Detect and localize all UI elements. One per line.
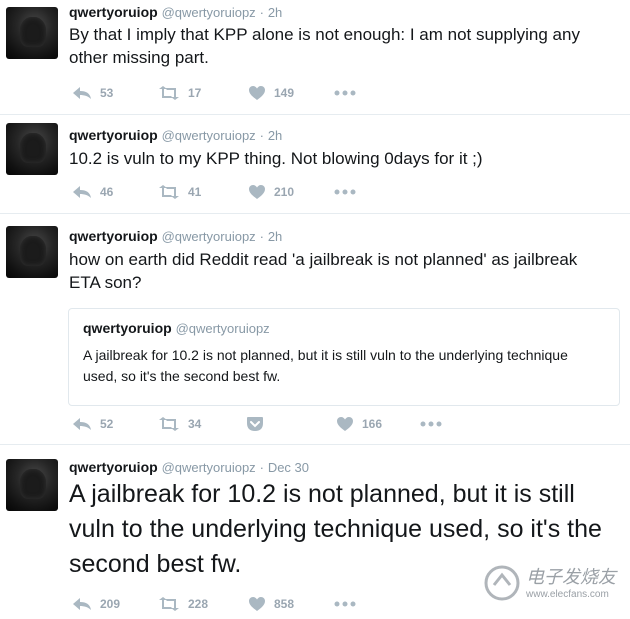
reply-count: 52 — [100, 417, 114, 431]
tweet-header: qwertyoruiop @qwertyoruiopz · 2h — [69, 228, 282, 244]
display-name[interactable]: qwertyoruiop — [69, 127, 158, 143]
pocket-icon — [247, 417, 263, 431]
like-button[interactable]: 210 — [248, 182, 294, 202]
tweet-header: qwertyoruiop @qwertyoruiopz · 2h — [69, 4, 282, 20]
more-button[interactable] — [334, 182, 356, 202]
reply-icon — [73, 186, 91, 198]
handle[interactable]: @qwertyoruiopz — [162, 460, 256, 475]
reply-button[interactable]: 53 — [72, 83, 113, 103]
timestamp[interactable]: 2h — [268, 128, 282, 143]
retweet-icon — [159, 185, 179, 199]
tweet-text: 10.2 is vuln to my KPP thing. Not blowin… — [69, 149, 483, 168]
reply-icon — [73, 87, 91, 99]
avatar[interactable] — [6, 459, 58, 511]
save-button[interactable] — [246, 414, 264, 434]
heart-icon — [249, 86, 265, 100]
like-button[interactable]: 149 — [248, 83, 294, 103]
separator: · — [259, 5, 264, 20]
more-icon — [420, 421, 442, 427]
retweet-icon — [159, 417, 179, 431]
quoted-display-name: qwertyoruiop — [83, 320, 172, 336]
tweet-text: how on earth did Reddit read 'a jailbrea… — [69, 250, 578, 292]
more-button[interactable] — [334, 83, 356, 103]
tweet-actions: 209 228 858 — [72, 594, 372, 614]
more-icon — [334, 90, 356, 96]
reply-count: 46 — [100, 185, 114, 199]
retweet-count: 41 — [188, 185, 202, 199]
separator: · — [259, 460, 264, 475]
retweet-count: 228 — [188, 597, 209, 611]
reply-button[interactable]: 52 — [72, 414, 113, 434]
quoted-tweet[interactable]: qwertyoruiop @qwertyoruiopz A jailbreak … — [68, 308, 620, 406]
retweet-count: 17 — [188, 86, 202, 100]
watermark-title: 电子发烧友 — [526, 567, 616, 587]
reply-icon — [73, 418, 91, 430]
quoted-handle: @qwertyoruiopz — [175, 321, 270, 336]
watermark: 电子发烧友 www.elecfans.com — [482, 559, 622, 609]
more-button[interactable] — [334, 594, 356, 614]
handle[interactable]: @qwertyoruiopz — [162, 128, 256, 143]
tweet-header: qwertyoruiop @qwertyoruiopz · 2h — [69, 127, 282, 143]
tweet-text: By that I imply that KPP alone is not en… — [69, 25, 580, 67]
like-count: 210 — [274, 185, 295, 199]
separator: · — [259, 229, 264, 244]
like-count: 149 — [274, 86, 295, 100]
display-name[interactable]: qwertyoruiop — [69, 459, 158, 475]
avatar[interactable] — [6, 123, 58, 175]
reply-count: 209 — [100, 597, 121, 611]
display-name[interactable]: qwertyoruiop — [69, 228, 158, 244]
like-button[interactable]: 858 — [248, 594, 294, 614]
separator: · — [259, 128, 264, 143]
avatar[interactable] — [6, 226, 58, 278]
tweet-actions: 52 34 166 — [72, 414, 472, 434]
more-icon — [334, 189, 356, 195]
retweet-button[interactable]: 34 — [158, 414, 201, 434]
timestamp[interactable]: 2h — [268, 229, 282, 244]
retweet-button[interactable]: 17 — [158, 83, 201, 103]
retweet-count: 34 — [188, 417, 202, 431]
heart-icon — [249, 597, 265, 611]
reply-button[interactable]: 46 — [72, 182, 113, 202]
heart-icon — [337, 417, 353, 431]
like-count: 858 — [274, 597, 295, 611]
more-button[interactable] — [420, 414, 442, 434]
like-button[interactable]: 166 — [336, 414, 382, 434]
avatar[interactable] — [6, 7, 58, 59]
retweet-icon — [159, 86, 179, 100]
handle[interactable]: @qwertyoruiopz — [162, 229, 256, 244]
quoted-tweet-header: qwertyoruiop @qwertyoruiopz — [83, 320, 270, 336]
retweet-button[interactable]: 41 — [158, 182, 201, 202]
retweet-icon — [159, 597, 179, 611]
tweet-3[interactable]: qwertyoruiop @qwertyoruiopz · 2h how on … — [0, 214, 630, 445]
tweet-actions: 46 41 210 — [72, 182, 372, 202]
tweet-actions: 53 17 149 — [72, 83, 372, 103]
display-name[interactable]: qwertyoruiop — [69, 4, 158, 20]
reply-button[interactable]: 209 — [72, 594, 120, 614]
timestamp[interactable]: 2h — [268, 5, 282, 20]
tweet-header: qwertyoruiop @qwertyoruiopz · Dec 30 — [69, 459, 309, 475]
reply-count: 53 — [100, 86, 114, 100]
timestamp[interactable]: Dec 30 — [268, 460, 309, 475]
like-count: 166 — [362, 417, 383, 431]
quoted-tweet-text: A jailbreak for 10.2 is not planned, but… — [83, 347, 568, 384]
tweet-2[interactable]: qwertyoruiop @qwertyoruiopz · 2h 10.2 is… — [0, 115, 630, 214]
retweet-button[interactable]: 228 — [158, 594, 208, 614]
handle[interactable]: @qwertyoruiopz — [162, 5, 256, 20]
more-icon — [334, 601, 356, 607]
watermark-url: www.elecfans.com — [526, 589, 609, 600]
watermark-logo-icon — [484, 565, 520, 601]
reply-icon — [73, 598, 91, 610]
heart-icon — [249, 185, 265, 199]
tweet-1[interactable]: qwertyoruiop @qwertyoruiopz · 2h By that… — [0, 0, 630, 115]
